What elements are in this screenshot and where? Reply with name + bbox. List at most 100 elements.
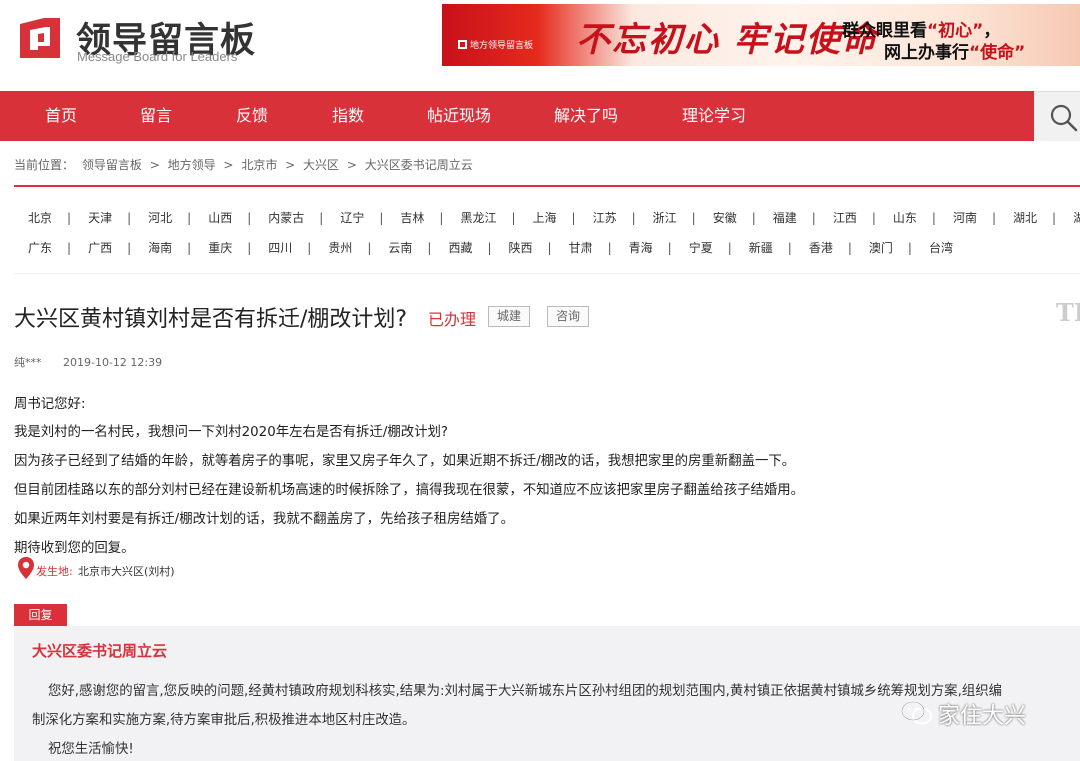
message-body-line: 周书记您好: bbox=[14, 397, 86, 412]
province-link[interactable]: 青海 bbox=[629, 239, 653, 256]
province-link[interactable]: 甘肃 bbox=[569, 239, 593, 256]
location-label: 发生地: bbox=[36, 565, 73, 578]
tag-inquiry[interactable]: 咨询 bbox=[547, 306, 590, 327]
province-link[interactable]: 海南 bbox=[148, 239, 172, 256]
province-link[interactable]: 吉林 bbox=[400, 209, 424, 226]
watermark-text: 家住大兴 bbox=[938, 704, 1027, 729]
province-separator: | bbox=[379, 211, 384, 225]
province-link[interactable]: 广西 bbox=[88, 239, 112, 256]
nav-index[interactable]: 指数 bbox=[332, 91, 364, 141]
site-header: 领导留言板 Message Board for Leaders 地方领导留言板 … bbox=[0, 0, 1080, 90]
province-divider bbox=[14, 273, 1080, 274]
province-link[interactable]: 重庆 bbox=[208, 239, 232, 256]
banner-line-2: 网上办事行“使命” bbox=[884, 43, 1026, 63]
province-link[interactable]: 西藏 bbox=[448, 239, 472, 256]
province-link[interactable]: 安徽 bbox=[713, 209, 737, 226]
province-separator: | bbox=[907, 241, 912, 255]
province-separator: | bbox=[727, 241, 732, 255]
province-link[interactable]: 广东 bbox=[28, 239, 52, 256]
nav-feedback[interactable]: 反馈 bbox=[236, 91, 268, 141]
province-link[interactable]: 福建 bbox=[773, 209, 797, 226]
province-separator: | bbox=[439, 211, 444, 225]
breadcrumb-item[interactable]: 大兴区委书记周立云 bbox=[365, 158, 473, 172]
province-separator: | bbox=[187, 211, 192, 225]
breadcrumb-sep: > bbox=[346, 158, 357, 172]
reply-box: 大兴区委书记周立云 您好,感谢您的留言,您反映的问题,经黄村镇政府规划科核实,结… bbox=[14, 626, 1080, 761]
message-date: 2019-10-12 12:39 bbox=[63, 356, 163, 369]
promo-banner[interactable]: 地方领导留言板 不忘初心 牢记使命 群众眼里看“初心”， 网上办事行“使命” bbox=[442, 4, 1080, 66]
breadcrumb-item[interactable]: 地方领导 bbox=[168, 158, 216, 172]
province-separator: | bbox=[427, 241, 432, 255]
logo-subtitle: Message Board for Leaders bbox=[77, 49, 238, 64]
province-link[interactable]: 天津 bbox=[88, 209, 112, 226]
province-link[interactable]: 台湾 bbox=[929, 239, 953, 256]
province-separator: | bbox=[667, 241, 672, 255]
breadcrumb-item[interactable]: 大兴区 bbox=[303, 158, 339, 172]
province-list-row-1: 北京 | 天津 | 河北 | 山西 | 内蒙古 | 辽宁 | 吉林 | 黑龙江 | 上海 | 江苏 | 浙江 | 安徽 | 福建… bbox=[28, 209, 1080, 226]
location-value: 北京市大兴区(刘村) bbox=[78, 565, 175, 578]
nav-live[interactable]: 帖近现场 bbox=[427, 91, 491, 141]
location-pin-icon bbox=[18, 557, 34, 579]
breadcrumb-item[interactable]: 领导留言板 bbox=[82, 158, 142, 172]
nav-theory[interactable]: 理论学习 bbox=[682, 91, 746, 141]
main-nav: 首页 留言 反馈 指数 帖近现场 解决了吗 理论学习 bbox=[0, 91, 1034, 141]
province-link[interactable]: 湖北 bbox=[1013, 209, 1037, 226]
province-link[interactable]: 河北 bbox=[148, 209, 172, 226]
province-separator: | bbox=[127, 211, 132, 225]
province-separator: | bbox=[991, 211, 996, 225]
province-link[interactable]: 新疆 bbox=[749, 239, 773, 256]
reply-line: 您好,感谢您的留言,您反映的问题,经黄村镇政府规划科核实,结果为:刘村属于大兴新… bbox=[48, 684, 1002, 699]
province-separator: | bbox=[751, 211, 756, 225]
province-separator: | bbox=[487, 241, 492, 255]
province-separator: | bbox=[931, 211, 936, 225]
province-link[interactable]: 山西 bbox=[208, 209, 232, 226]
province-separator: | bbox=[787, 241, 792, 255]
province-separator: | bbox=[247, 241, 252, 255]
province-link[interactable]: 内蒙古 bbox=[268, 209, 304, 226]
province-link[interactable]: 陕西 bbox=[509, 239, 533, 256]
message-body-line: 如果近两年刘村要是有拆迁/棚改计划的话，我就不翻盖房了，先给孩子租房结婚了。 bbox=[14, 512, 514, 527]
province-link[interactable]: 四川 bbox=[268, 239, 292, 256]
province-separator: | bbox=[847, 241, 852, 255]
breadcrumb-item[interactable]: 北京市 bbox=[241, 158, 277, 172]
province-separator: | bbox=[307, 241, 312, 255]
breadcrumb-sep: > bbox=[149, 158, 160, 172]
nav-message[interactable]: 留言 bbox=[140, 91, 172, 141]
banner-badge-icon bbox=[458, 40, 467, 49]
province-link[interactable]: 黑龙江 bbox=[460, 209, 496, 226]
province-link[interactable]: 香港 bbox=[809, 239, 833, 256]
province-separator: | bbox=[547, 241, 552, 255]
province-separator: | bbox=[691, 211, 696, 225]
wechat-icon bbox=[901, 701, 932, 725]
province-link[interactable]: 湖南 bbox=[1073, 209, 1080, 226]
province-link[interactable]: 上海 bbox=[533, 209, 557, 226]
province-link[interactable]: 澳门 bbox=[869, 239, 893, 256]
tag-urban-construction[interactable]: 城建 bbox=[488, 306, 531, 327]
province-separator: | bbox=[127, 241, 132, 255]
province-link[interactable]: 宁夏 bbox=[689, 239, 713, 256]
province-separator: | bbox=[187, 241, 192, 255]
province-separator: | bbox=[1052, 211, 1057, 225]
logo-icon[interactable] bbox=[16, 14, 64, 62]
province-link[interactable]: 贵州 bbox=[328, 239, 352, 256]
banner-slogan: 不忘初心 牢记使命 bbox=[576, 20, 878, 60]
province-separator: | bbox=[247, 211, 252, 225]
message-body-line: 期待收到您的回复。 bbox=[14, 541, 135, 556]
message-title: 大兴区黄村镇刘村是否有拆迁/棚改计划? bbox=[14, 307, 408, 332]
banner-badge: 地方领导留言板 bbox=[458, 38, 533, 51]
province-link[interactable]: 浙江 bbox=[653, 209, 677, 226]
province-link[interactable]: 北京 bbox=[28, 209, 52, 226]
province-link[interactable]: 辽宁 bbox=[340, 209, 364, 226]
breadcrumb-sep: > bbox=[223, 158, 234, 172]
province-link[interactable]: 江西 bbox=[833, 209, 857, 226]
reply-tab[interactable]: 回复 bbox=[14, 604, 67, 626]
province-link[interactable]: 江苏 bbox=[593, 209, 617, 226]
nav-resolved[interactable]: 解决了吗 bbox=[554, 91, 618, 141]
nav-home[interactable]: 首页 bbox=[45, 91, 77, 141]
breadcrumb: 当前位置： 领导留言板 > 地方领导 > 北京市 > 大兴区 > 大兴区委书记周… bbox=[14, 156, 477, 173]
province-link[interactable]: 云南 bbox=[388, 239, 412, 256]
province-link[interactable]: 山东 bbox=[893, 209, 917, 226]
province-link[interactable]: 河南 bbox=[953, 209, 977, 226]
status-badge: 已办理 bbox=[428, 310, 477, 329]
search-button[interactable] bbox=[1034, 91, 1080, 141]
